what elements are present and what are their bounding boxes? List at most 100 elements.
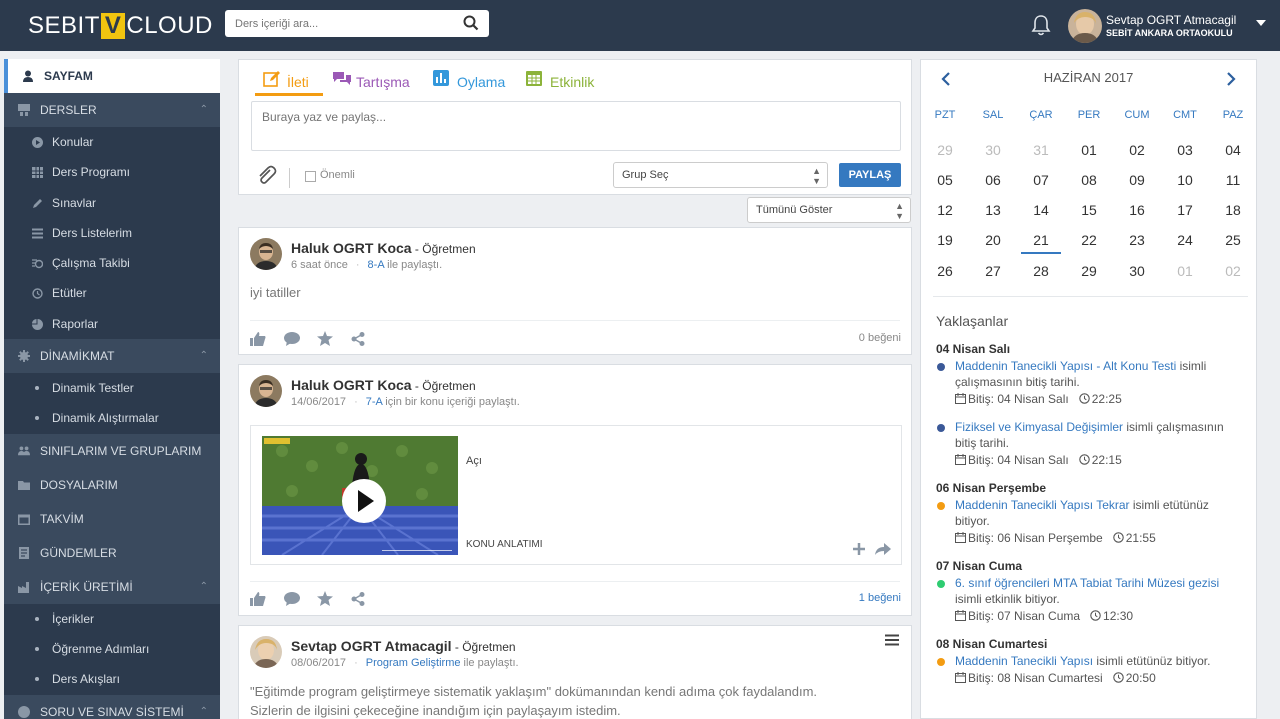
search-input[interactable] [225,10,445,37]
paperclip-icon[interactable] [255,164,277,186]
sidebar-item-raporlar[interactable]: Raporlar [4,309,220,339]
sidebar-item-icerik-uretimi[interactable]: İÇERİK ÜRETİMİ ⌃ [4,569,220,604]
sidebar-item-konular[interactable]: Konular [4,127,220,157]
sidebar-item-dosyalarim[interactable]: DOSYALARIM [4,467,220,502]
calendar-day[interactable]: 06 [973,172,1013,188]
post-author[interactable]: Haluk OGRT Koca - Öğretmen [291,377,476,393]
author-avatar[interactable] [250,238,282,270]
calendar-day[interactable]: 30 [973,142,1013,158]
calendar-day[interactable]: 11 [1213,172,1253,188]
calendar-day[interactable]: 21 [1021,232,1061,248]
sidebar-item-etutler[interactable]: Etütler [4,278,220,308]
user-avatar[interactable] [1068,9,1102,43]
upcoming-item-link[interactable]: Fiziksel ve Kimyasal Değişimler [955,420,1123,434]
calendar-day[interactable]: 22 [1069,232,1109,248]
sidebar-item-gundemler[interactable]: GÜNDEMLER [4,535,220,570]
likes-count[interactable]: 0 beğeni [859,332,901,344]
calendar-day[interactable]: 29 [1069,263,1109,279]
group-select[interactable]: Grup Seç ▲ ▼ [613,162,828,188]
share-button[interactable]: PAYLAŞ [839,163,901,187]
post-target-link[interactable]: Program Geliştirme [366,657,461,669]
author-avatar[interactable] [250,375,282,407]
calendar-day[interactable]: 05 [925,172,965,188]
sidebar-item-dersler[interactable]: DERSLER ⌃ [4,93,220,127]
chevron-right-icon[interactable] [1227,72,1236,86]
calendar-day[interactable]: 18 [1213,202,1253,218]
author-name[interactable]: Sevtap OGRT Atmacagil [291,638,452,654]
hamburger-menu-icon[interactable] [885,634,899,646]
calendar-day[interactable]: 25 [1213,232,1253,248]
calendar-day[interactable]: 09 [1117,172,1157,188]
caret-down-icon[interactable] [1256,20,1266,27]
calendar-day[interactable]: 02 [1117,142,1157,158]
calendar-day[interactable]: 27 [973,263,1013,279]
sidebar-item-dinamik-alistirmalar[interactable]: Dinamik Alıştırmalar [4,403,220,433]
sidebar-item-ders-akislari[interactable]: Ders Akışları [4,664,220,694]
chevron-up-icon[interactable]: ⌃ [200,93,208,127]
calendar-day[interactable]: 08 [1069,172,1109,188]
upcoming-item-link[interactable]: Maddenin Tanecikli Yapısı Tekrar [955,498,1130,512]
chevron-up-icon[interactable]: ⌃ [200,695,208,719]
plus-icon[interactable] [853,543,866,555]
logo[interactable]: SEBIT V CLOUD [28,13,213,39]
sidebar-item-takvim[interactable]: TAKVİM [4,501,220,536]
calendar-day[interactable]: 30 [1117,263,1157,279]
comment-icon[interactable] [283,592,300,606]
share-icon[interactable] [351,592,365,606]
chevron-up-icon[interactable]: ⌃ [200,570,208,604]
important-checkbox[interactable] [305,171,316,182]
sidebar-item-ders-listelerim[interactable]: Ders Listelerim [4,218,220,248]
calendar-day[interactable]: 23 [1117,232,1157,248]
calendar-day[interactable]: 14 [1021,202,1061,218]
calendar-day[interactable]: 10 [1165,172,1205,188]
calendar-day[interactable]: 03 [1165,142,1205,158]
comment-icon[interactable] [283,332,300,346]
calendar-day[interactable]: 26 [925,263,965,279]
share-icon[interactable] [351,332,365,346]
content-title[interactable]: Açı [466,455,482,467]
calendar-day[interactable]: 31 [1021,142,1061,158]
sidebar-item-siniflarim[interactable]: SINIFLARIM VE GRUPLARIM [4,433,220,468]
post-target-link[interactable]: 8-A [368,259,385,271]
calendar-day[interactable]: 02 [1213,263,1253,279]
sidebar-item-dinamik-testler[interactable]: Dinamik Testler [4,373,220,403]
calendar-day[interactable]: 01 [1165,263,1205,279]
calendar-day[interactable]: 20 [973,232,1013,248]
user-name[interactable]: Sevtap OGRT Atmacagil [1106,13,1236,27]
calendar-day[interactable]: 28 [1021,263,1061,279]
post-textarea[interactable] [251,101,901,151]
sidebar-item-ders-programi[interactable]: Ders Programı [4,157,220,187]
upcoming-item-link[interactable]: Maddenin Tanecikli Yapısı - Alt Konu Tes… [955,359,1176,373]
forward-icon[interactable] [875,543,891,555]
calendar-day[interactable]: 15 [1069,202,1109,218]
content-embed[interactable]: Açı KONU ANLATIMI [250,425,902,565]
calendar-day[interactable]: 12 [925,202,965,218]
calendar-day[interactable]: 16 [1117,202,1157,218]
search-icon[interactable] [463,15,479,31]
calendar-day[interactable]: 13 [973,202,1013,218]
calendar-day[interactable]: 19 [925,232,965,248]
calendar-day[interactable]: 04 [1213,142,1253,158]
sidebar-item-dinamikmat[interactable]: DİNAMİKMAT ⌃ [4,339,220,374]
video-thumbnail[interactable] [262,436,458,555]
sidebar-item-sayfam[interactable]: SAYFAM [4,59,220,93]
calendar-day[interactable]: 24 [1165,232,1205,248]
sidebar-item-icerikler[interactable]: İçerikler [4,604,220,634]
sidebar-item-calisma-takibi[interactable]: Çalışma Takibi [4,248,220,278]
post-target-link[interactable]: 7-A [366,396,383,408]
upcoming-item-link[interactable]: 6. sınıf öğrencileri MTA Tabiat Tarihi M… [955,576,1219,590]
sidebar-item-soru-sinav[interactable]: SORU VE SINAV SİSTEMİ ⌃ [4,694,220,719]
author-name[interactable]: Haluk OGRT Koca [291,377,412,393]
calendar-day[interactable]: 29 [925,142,965,158]
author-name[interactable]: Haluk OGRT Koca [291,240,412,256]
likes-count[interactable]: 1 beğeni [859,592,901,604]
feed-filter-select[interactable]: Tümünü Göster ▲ ▼ [747,197,911,223]
upcoming-item-link[interactable]: Maddenin Tanecikli Yapısı [955,654,1093,668]
star-icon[interactable] [317,331,334,346]
thumbs-up-icon[interactable] [250,592,266,606]
chevron-up-icon[interactable]: ⌃ [200,339,208,373]
author-avatar[interactable] [250,636,282,668]
calendar-day[interactable]: 01 [1069,142,1109,158]
post-author[interactable]: Sevtap OGRT Atmacagil - Öğretmen [291,638,516,654]
bell-icon[interactable] [1031,14,1051,36]
